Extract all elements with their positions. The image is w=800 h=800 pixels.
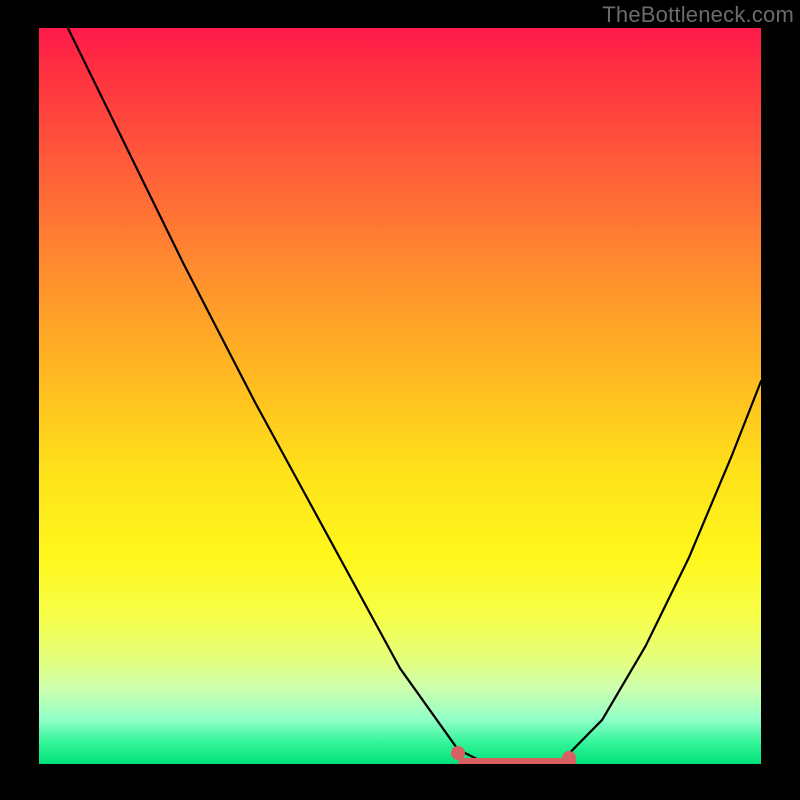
bottleneck-curve — [39, 28, 761, 764]
curve-path — [68, 28, 761, 764]
plot-area — [39, 28, 761, 764]
chart-frame: TheBottleneck.com — [0, 0, 800, 800]
optimal-range-bar — [458, 758, 574, 764]
optimal-range-end-cap — [562, 751, 576, 764]
watermark-text: TheBottleneck.com — [602, 2, 794, 28]
